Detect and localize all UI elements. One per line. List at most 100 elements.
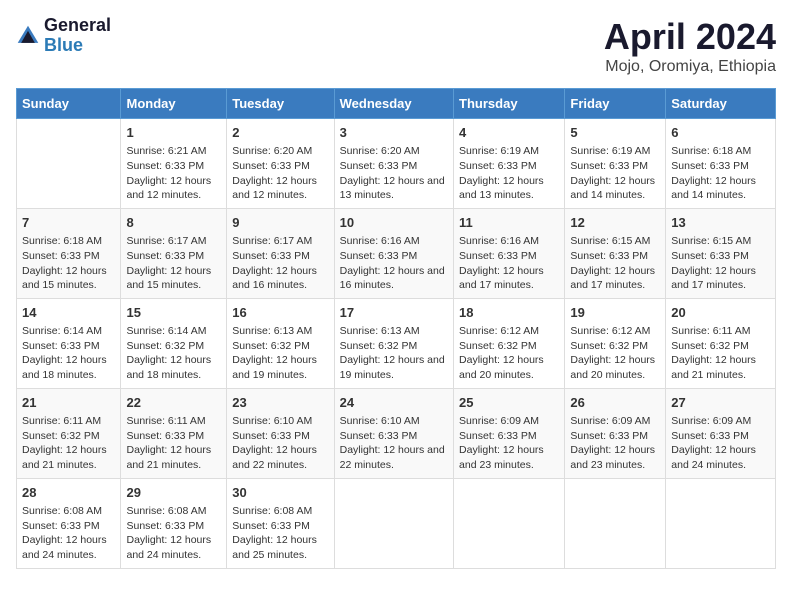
day-info: Sunrise: 6:12 AMSunset: 6:32 PMDaylight:… bbox=[570, 324, 660, 383]
title-block: April 2024 Mojo, Oromiya, Ethiopia bbox=[604, 16, 776, 76]
day-number: 28 bbox=[22, 484, 115, 502]
day-number: 30 bbox=[232, 484, 328, 502]
logo: General Blue bbox=[16, 16, 111, 56]
day-info: Sunrise: 6:08 AMSunset: 6:33 PMDaylight:… bbox=[126, 504, 221, 563]
calendar-cell bbox=[666, 478, 776, 568]
day-info: Sunrise: 6:08 AMSunset: 6:33 PMDaylight:… bbox=[232, 504, 328, 563]
calendar-cell: 1 Sunrise: 6:21 AMSunset: 6:33 PMDaylight… bbox=[121, 119, 227, 209]
week-row-1: 1 Sunrise: 6:21 AMSunset: 6:33 PMDaylight… bbox=[17, 119, 776, 209]
calendar-cell: 3Sunrise: 6:20 AMSunset: 6:33 PMDaylight… bbox=[334, 119, 453, 209]
day-info: Sunrise: 6:17 AMSunset: 6:33 PMDaylight:… bbox=[232, 234, 328, 293]
week-row-2: 7 Sunrise: 6:18 AMSunset: 6:33 PMDaylight… bbox=[17, 208, 776, 298]
day-number: 24 bbox=[340, 394, 448, 412]
day-number: 2 bbox=[232, 124, 328, 142]
calendar-table: SundayMondayTuesdayWednesdayThursdayFrid… bbox=[16, 88, 776, 569]
day-number: 9 bbox=[232, 214, 328, 232]
day-number: 17 bbox=[340, 304, 448, 322]
calendar-cell: 29 Sunrise: 6:08 AMSunset: 6:33 PMDayligh… bbox=[121, 478, 227, 568]
logo-blue: Blue bbox=[44, 36, 111, 56]
calendar-cell: 19 Sunrise: 6:12 AMSunset: 6:32 PMDayligh… bbox=[565, 298, 666, 388]
col-header-wednesday: Wednesday bbox=[334, 89, 453, 119]
col-header-tuesday: Tuesday bbox=[227, 89, 334, 119]
calendar-cell: 10Sunrise: 6:16 AMSunset: 6:33 PMDayligh… bbox=[334, 208, 453, 298]
day-number: 21 bbox=[22, 394, 115, 412]
day-number: 16 bbox=[232, 304, 328, 322]
day-number: 6 bbox=[671, 124, 770, 142]
page-title: April 2024 bbox=[604, 16, 776, 58]
calendar-cell: 20 Sunrise: 6:11 AMSunset: 6:32 PMDayligh… bbox=[666, 298, 776, 388]
day-info: Sunrise: 6:17 AMSunset: 6:33 PMDaylight:… bbox=[126, 234, 221, 293]
day-info: Sunrise: 6:16 AMSunset: 6:33 PMDaylight:… bbox=[459, 234, 559, 293]
calendar-cell bbox=[454, 478, 565, 568]
calendar-header-row: SundayMondayTuesdayWednesdayThursdayFrid… bbox=[17, 89, 776, 119]
day-info: Sunrise: 6:18 AMSunset: 6:33 PMDaylight:… bbox=[22, 234, 115, 293]
day-info: Sunrise: 6:21 AMSunset: 6:33 PMDaylight:… bbox=[126, 144, 221, 203]
day-info: Sunrise: 6:13 AMSunset: 6:32 PMDaylight:… bbox=[232, 324, 328, 383]
day-number: 14 bbox=[22, 304, 115, 322]
day-info: Sunrise: 6:11 AMSunset: 6:32 PMDaylight:… bbox=[671, 324, 770, 383]
calendar-cell: 28 Sunrise: 6:08 AMSunset: 6:33 PMDayligh… bbox=[17, 478, 121, 568]
day-info: Sunrise: 6:13 AMSunset: 6:32 PMDaylight:… bbox=[340, 324, 448, 383]
day-number: 1 bbox=[126, 124, 221, 142]
calendar-cell: 16 Sunrise: 6:13 AMSunset: 6:32 PMDayligh… bbox=[227, 298, 334, 388]
day-number: 3 bbox=[340, 124, 448, 142]
day-number: 22 bbox=[126, 394, 221, 412]
calendar-cell bbox=[17, 119, 121, 209]
day-number: 26 bbox=[570, 394, 660, 412]
day-info: Sunrise: 6:09 AMSunset: 6:33 PMDaylight:… bbox=[671, 414, 770, 473]
logo-text: General Blue bbox=[44, 16, 111, 56]
calendar-cell: 23Sunrise: 6:10 AMSunset: 6:33 PMDayligh… bbox=[227, 388, 334, 478]
calendar-cell: 30 Sunrise: 6:08 AMSunset: 6:33 PMDayligh… bbox=[227, 478, 334, 568]
calendar-cell: 22 Sunrise: 6:11 AMSunset: 6:33 PMDayligh… bbox=[121, 388, 227, 478]
calendar-cell: 17 Sunrise: 6:13 AMSunset: 6:32 PMDayligh… bbox=[334, 298, 453, 388]
day-number: 10 bbox=[340, 214, 448, 232]
calendar-cell: 25 Sunrise: 6:09 AMSunset: 6:33 PMDayligh… bbox=[454, 388, 565, 478]
day-info: Sunrise: 6:19 AMSunset: 6:33 PMDaylight:… bbox=[570, 144, 660, 203]
logo-general: General bbox=[44, 16, 111, 36]
calendar-cell: 26 Sunrise: 6:09 AMSunset: 6:33 PMDayligh… bbox=[565, 388, 666, 478]
week-row-5: 28 Sunrise: 6:08 AMSunset: 6:33 PMDayligh… bbox=[17, 478, 776, 568]
day-info: Sunrise: 6:18 AMSunset: 6:33 PMDaylight:… bbox=[671, 144, 770, 203]
calendar-cell: 13Sunrise: 6:15 AMSunset: 6:33 PMDayligh… bbox=[666, 208, 776, 298]
page-header: General Blue April 2024 Mojo, Oromiya, E… bbox=[16, 16, 776, 76]
col-header-thursday: Thursday bbox=[454, 89, 565, 119]
calendar-cell: 6 Sunrise: 6:18 AMSunset: 6:33 PMDaylight… bbox=[666, 119, 776, 209]
day-number: 15 bbox=[126, 304, 221, 322]
day-number: 25 bbox=[459, 394, 559, 412]
calendar-cell: 21 Sunrise: 6:11 AMSunset: 6:32 PMDayligh… bbox=[17, 388, 121, 478]
calendar-cell: 4 Sunrise: 6:19 AMSunset: 6:33 PMDaylight… bbox=[454, 119, 565, 209]
col-header-friday: Friday bbox=[565, 89, 666, 119]
week-row-4: 21 Sunrise: 6:11 AMSunset: 6:32 PMDayligh… bbox=[17, 388, 776, 478]
day-info: Sunrise: 6:14 AMSunset: 6:33 PMDaylight:… bbox=[22, 324, 115, 383]
calendar-cell: 24Sunrise: 6:10 AMSunset: 6:33 PMDayligh… bbox=[334, 388, 453, 478]
day-number: 11 bbox=[459, 214, 559, 232]
calendar-cell: 2Sunrise: 6:20 AMSunset: 6:33 PMDaylight… bbox=[227, 119, 334, 209]
page-subtitle: Mojo, Oromiya, Ethiopia bbox=[604, 58, 776, 76]
day-number: 19 bbox=[570, 304, 660, 322]
calendar-cell: 18Sunrise: 6:12 AMSunset: 6:32 PMDayligh… bbox=[454, 298, 565, 388]
day-number: 29 bbox=[126, 484, 221, 502]
day-number: 7 bbox=[22, 214, 115, 232]
day-info: Sunrise: 6:11 AMSunset: 6:33 PMDaylight:… bbox=[126, 414, 221, 473]
day-info: Sunrise: 6:11 AMSunset: 6:32 PMDaylight:… bbox=[22, 414, 115, 473]
calendar-cell: 5 Sunrise: 6:19 AMSunset: 6:33 PMDaylight… bbox=[565, 119, 666, 209]
day-number: 12 bbox=[570, 214, 660, 232]
calendar-cell: 14 Sunrise: 6:14 AMSunset: 6:33 PMDayligh… bbox=[17, 298, 121, 388]
calendar-cell: 15Sunrise: 6:14 AMSunset: 6:32 PMDayligh… bbox=[121, 298, 227, 388]
day-number: 20 bbox=[671, 304, 770, 322]
calendar-cell: 27 Sunrise: 6:09 AMSunset: 6:33 PMDayligh… bbox=[666, 388, 776, 478]
calendar-cell: 11 Sunrise: 6:16 AMSunset: 6:33 PMDayligh… bbox=[454, 208, 565, 298]
calendar-cell bbox=[334, 478, 453, 568]
day-number: 5 bbox=[570, 124, 660, 142]
day-number: 27 bbox=[671, 394, 770, 412]
day-info: Sunrise: 6:19 AMSunset: 6:33 PMDaylight:… bbox=[459, 144, 559, 203]
day-info: Sunrise: 6:12 AMSunset: 6:32 PMDaylight:… bbox=[459, 324, 559, 383]
day-number: 4 bbox=[459, 124, 559, 142]
day-info: Sunrise: 6:08 AMSunset: 6:33 PMDaylight:… bbox=[22, 504, 115, 563]
day-info: Sunrise: 6:15 AMSunset: 6:33 PMDaylight:… bbox=[671, 234, 770, 293]
day-info: Sunrise: 6:09 AMSunset: 6:33 PMDaylight:… bbox=[459, 414, 559, 473]
col-header-saturday: Saturday bbox=[666, 89, 776, 119]
calendar-cell bbox=[565, 478, 666, 568]
day-info: Sunrise: 6:09 AMSunset: 6:33 PMDaylight:… bbox=[570, 414, 660, 473]
calendar-cell: 7 Sunrise: 6:18 AMSunset: 6:33 PMDaylight… bbox=[17, 208, 121, 298]
